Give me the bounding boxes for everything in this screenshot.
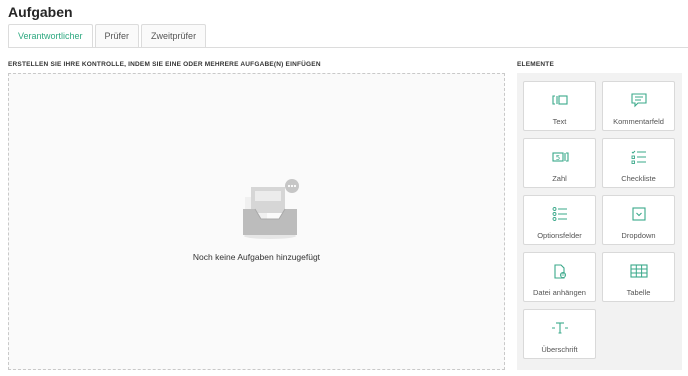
dropzone-heading: ERSTELLEN SIE IHRE KONTROLLE, INDEM SIE …: [8, 61, 321, 68]
radio-list-icon: [552, 207, 567, 221]
attach-file-icon: [553, 264, 566, 279]
element-label: Checkliste: [621, 174, 656, 183]
element-datei-anhaengen[interactable]: Datei anhängen: [523, 252, 596, 302]
element-checkliste[interactable]: Checkliste: [602, 138, 675, 188]
comment-icon: [630, 93, 647, 108]
empty-state-text: Noch keine Aufgaben hinzugefügt: [192, 252, 321, 262]
element-ueberschrift[interactable]: Überschrift: [523, 309, 596, 359]
elements-palette: Text Kommentarfeld 5 Zahl Checkliste Opt…: [517, 73, 682, 370]
element-label: Kommentarfeld: [613, 117, 664, 126]
element-tabelle[interactable]: Tabelle: [602, 252, 675, 302]
element-text[interactable]: Text: [523, 81, 596, 131]
tab-zweitpruefer[interactable]: Zweitprüfer: [141, 24, 207, 48]
element-zahl[interactable]: 5 Zahl: [523, 138, 596, 188]
element-label: Datei anhängen: [533, 288, 586, 297]
element-label: Text: [552, 117, 567, 126]
role-tabs: Verantwortlicher Prüfer Zweitprüfer: [8, 24, 208, 48]
table-icon: [629, 264, 648, 278]
element-dropdown[interactable]: Dropdown: [602, 195, 675, 245]
tab-verantwortlicher[interactable]: Verantwortlicher: [8, 24, 93, 48]
empty-inbox-icon: [243, 179, 299, 239]
checklist-icon: [631, 150, 646, 164]
element-label: Überschrift: [541, 345, 578, 354]
dropdown-icon: [631, 207, 646, 221]
svg-text:5: 5: [555, 154, 559, 162]
tab-divider: [8, 47, 688, 48]
element-kommentarfeld[interactable]: Kommentarfeld: [602, 81, 675, 131]
number-icon: 5: [551, 152, 569, 162]
element-label: Zahl: [552, 174, 567, 183]
elements-heading: ELEMENTE: [517, 61, 554, 68]
element-label: Optionsfelder: [537, 231, 582, 240]
heading-icon: [551, 322, 568, 334]
text-field-icon: [551, 95, 568, 105]
element-label: Dropdown: [621, 231, 656, 240]
tab-pruefer[interactable]: Prüfer: [94, 24, 140, 48]
element-label: Tabelle: [626, 288, 651, 297]
task-dropzone[interactable]: Noch keine Aufgaben hinzugefügt: [8, 73, 505, 370]
element-optionsfelder[interactable]: Optionsfelder: [523, 195, 596, 245]
page-title: Aufgaben: [8, 4, 73, 20]
